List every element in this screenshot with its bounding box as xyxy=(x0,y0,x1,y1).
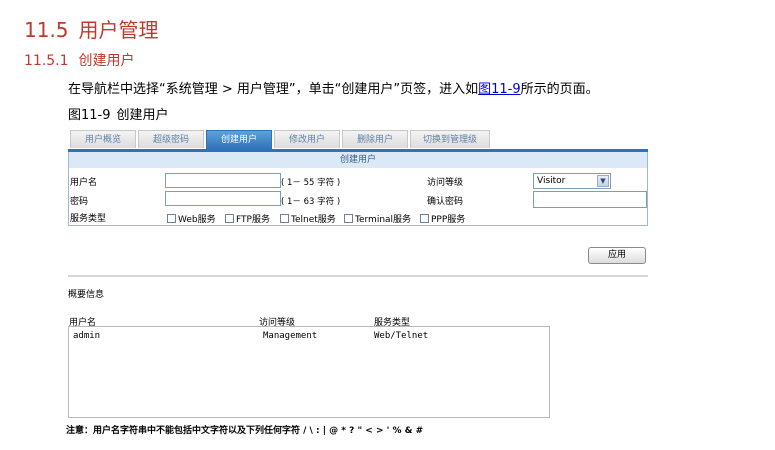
subsection-heading: 11.5.1 创建用户 xyxy=(24,50,135,70)
tab-create-user[interactable]: 创建用户 xyxy=(206,130,272,149)
section-heading: 11.5 用户管理 xyxy=(24,14,159,43)
paragraph-text-before: 在导航栏中选择“系统管理 > 用户管理”，单击“创建用户”页签，进入如 xyxy=(68,82,479,97)
service-ppp-label: PPP服务 xyxy=(431,215,466,225)
tab-modify-user[interactable]: 修改用户 xyxy=(274,130,340,148)
section-title: 用户管理 xyxy=(78,18,159,42)
paragraph-text-after: 所示的页面。 xyxy=(520,82,599,97)
password-hint: ( 1－ 63 字符 ) xyxy=(281,197,341,207)
checkbox-icon[interactable] xyxy=(344,214,353,223)
divider xyxy=(68,275,648,277)
figure-title: 创建用户 xyxy=(116,108,169,123)
service-type-label: 服务类型 xyxy=(70,214,107,224)
chevron-down-icon[interactable]: ▼ xyxy=(597,175,609,187)
user-summary-list[interactable]: admin Management Web/Telnet xyxy=(68,326,550,418)
username-note: 注意：用户名字符串中不能包括中文字符以及下列任何字符 / \ : | @ * ?… xyxy=(66,426,424,436)
tab-super-password[interactable]: 超级密码 xyxy=(138,130,204,148)
confirm-password-label: 确认密码 xyxy=(427,197,464,207)
confirm-password-input[interactable] xyxy=(533,191,647,208)
instruction-paragraph: 在导航栏中选择“系统管理 > 用户管理”，单击“创建用户”页签，进入如图11-9… xyxy=(68,78,599,97)
service-ftp-label: FTP服务 xyxy=(236,215,270,225)
password-input[interactable] xyxy=(165,191,281,206)
row-service-type: Web/Telnet xyxy=(374,331,429,341)
figure-link[interactable]: 图11-9 xyxy=(478,82,521,97)
figure-caption: 图11-9 创建用户 xyxy=(68,104,169,123)
service-terminal-checkbox[interactable]: Terminal服务 xyxy=(344,212,411,225)
access-level-value: Visitor xyxy=(537,176,566,186)
row-access-level: Management xyxy=(263,331,318,341)
tab-switch-admin[interactable]: 切换到管理级 xyxy=(410,130,490,148)
service-telnet-checkbox[interactable]: Telnet服务 xyxy=(280,212,336,225)
service-ppp-checkbox[interactable]: PPP服务 xyxy=(420,212,465,225)
access-level-select[interactable]: Visitor ▼ xyxy=(533,173,611,189)
checkbox-icon[interactable] xyxy=(420,214,429,223)
service-web-label: Web服务 xyxy=(178,215,216,225)
row-username: admin xyxy=(73,331,101,341)
username-hint: ( 1－ 55 字符 ) xyxy=(281,178,341,188)
checkbox-icon[interactable] xyxy=(225,214,234,223)
apply-button[interactable]: 应用 xyxy=(588,247,646,264)
subsection-number: 11.5.1 xyxy=(24,53,69,69)
service-telnet-label: Telnet服务 xyxy=(291,215,336,225)
checkbox-icon[interactable] xyxy=(280,214,289,223)
password-label: 密码 xyxy=(70,197,89,207)
tab-bar: 用户概览 超级密码 创建用户 修改用户 删除用户 切换到管理级 xyxy=(70,130,492,149)
tab-user-overview[interactable]: 用户概览 xyxy=(70,130,136,148)
figure-number: 图11-9 xyxy=(68,108,111,123)
tab-delete-user[interactable]: 删除用户 xyxy=(342,130,408,148)
service-ftp-checkbox[interactable]: FTP服务 xyxy=(225,212,270,225)
service-web-checkbox[interactable]: Web服务 xyxy=(167,212,216,225)
service-terminal-label: Terminal服务 xyxy=(355,215,412,225)
create-user-form: 创建用户 用户名 ( 1－ 55 字符 ) 访问等级 Visitor ▼ 密码 … xyxy=(68,152,648,226)
subsection-title: 创建用户 xyxy=(78,53,135,69)
username-input[interactable] xyxy=(165,173,281,188)
summary-title: 概要信息 xyxy=(68,290,105,300)
access-level-label: 访问等级 xyxy=(427,178,464,188)
username-label: 用户名 xyxy=(70,178,98,188)
form-title: 创建用户 xyxy=(69,152,647,168)
section-number: 11.5 xyxy=(24,18,69,42)
checkbox-icon[interactable] xyxy=(167,214,176,223)
